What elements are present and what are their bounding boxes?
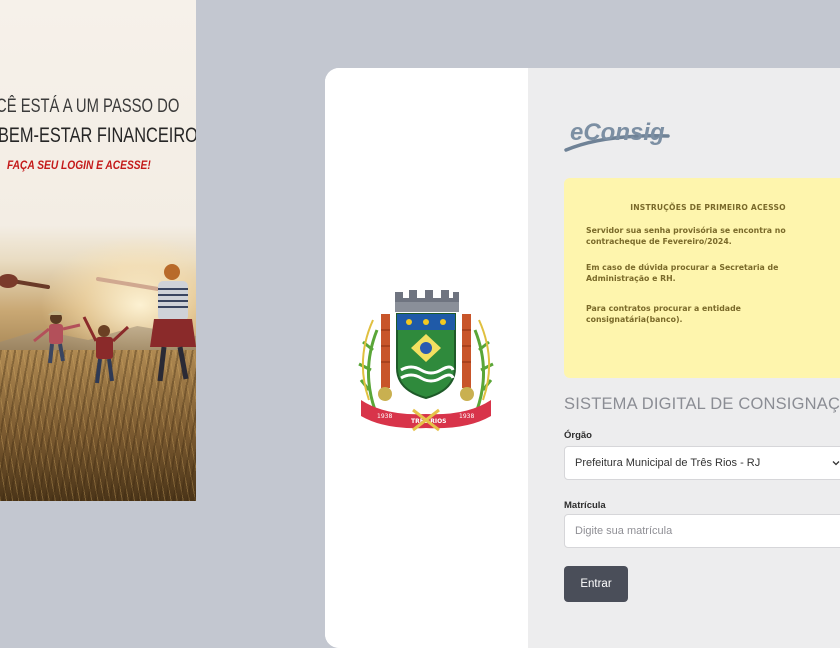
- shield-star-1: [406, 319, 412, 325]
- ribbon-year-right: 1938: [459, 413, 474, 420]
- shield-star-2: [423, 319, 429, 325]
- matricula-input[interactable]: [564, 514, 840, 548]
- orgao-label: Órgão: [564, 430, 592, 441]
- adult-right-arm: [96, 277, 160, 291]
- adult-right-legs: [157, 346, 189, 382]
- login-form-panel: eConsig INSTRUÇÕES DE PRIMEIRO ACESSO Se…: [528, 68, 840, 648]
- login-submit-button[interactable]: Entrar: [564, 566, 628, 602]
- promo-banner: CÊ ESTÁ A UM PASSO DO BEM-ESTAR FINANCEI…: [0, 0, 196, 501]
- instructions-paragraph-help: Em caso de dúvida procurar a Secretaria …: [586, 263, 779, 283]
- orgao-select[interactable]: Prefeitura Municipal de Três Rios - RJ: [564, 446, 840, 480]
- chimney-left: [381, 314, 390, 388]
- shield-star-3: [440, 319, 446, 325]
- child-2-head: [98, 325, 110, 337]
- chimney-right: [462, 314, 471, 388]
- adult-right-skirt: [150, 319, 196, 347]
- econsig-logo: eConsig: [564, 119, 670, 152]
- banner-headline-line1: CÊ ESTÁ A UM PASSO DO: [0, 96, 180, 117]
- banner-family-illustration: [0, 264, 196, 384]
- logo-text: eConsig: [570, 119, 665, 146]
- system-title: SISTEMA DIGITAL DE CONSIGNAÇÕES: [564, 395, 840, 413]
- mural-crown: [395, 290, 459, 302]
- card-crest-panel: 1938 TRÊS RIOS 1938: [325, 68, 528, 648]
- child-1-body: [49, 324, 63, 344]
- first-access-instructions: INSTRUÇÕES DE PRIMEIRO ACESSO Servidor s…: [564, 178, 840, 378]
- instructions-paragraph-password: Servidor sua senha provisória se encontr…: [586, 226, 786, 246]
- child-1-legs: [48, 343, 65, 364]
- child-2-legs: [95, 358, 114, 384]
- matricula-label: Matrícula: [564, 500, 606, 511]
- child-1-hat: [48, 311, 64, 315]
- instructions-paragraph-contracts: Para contratos procurar a entidade consi…: [586, 304, 741, 324]
- mural-crown-base: [395, 302, 459, 312]
- instructions-title: INSTRUÇÕES DE PRIMEIRO ACESSO: [630, 203, 786, 212]
- orgao-selected-value: Prefeitura Municipal de Três Rios - RJ: [575, 457, 761, 469]
- adult-left-body: [0, 274, 18, 288]
- ribbon-year-left: 1938: [377, 413, 392, 420]
- shield-globe: [420, 342, 432, 354]
- banner-headline-line2: BEM-ESTAR FINANCEIRO.: [0, 124, 196, 147]
- bell-right: [460, 387, 474, 401]
- coat-of-arms-icon: 1938 TRÊS RIOS 1938: [358, 290, 494, 432]
- child-2-body: [96, 337, 113, 359]
- banner-call-to-action: FAÇA SEU LOGIN E ACESSE!: [7, 158, 151, 172]
- chevron-down-icon: [832, 461, 840, 466]
- adult-right-head: [164, 264, 180, 280]
- login-card: 1938 TRÊS RIOS 1938 eConsig INSTRUÇÕES D…: [325, 68, 840, 648]
- bell-left: [378, 387, 392, 401]
